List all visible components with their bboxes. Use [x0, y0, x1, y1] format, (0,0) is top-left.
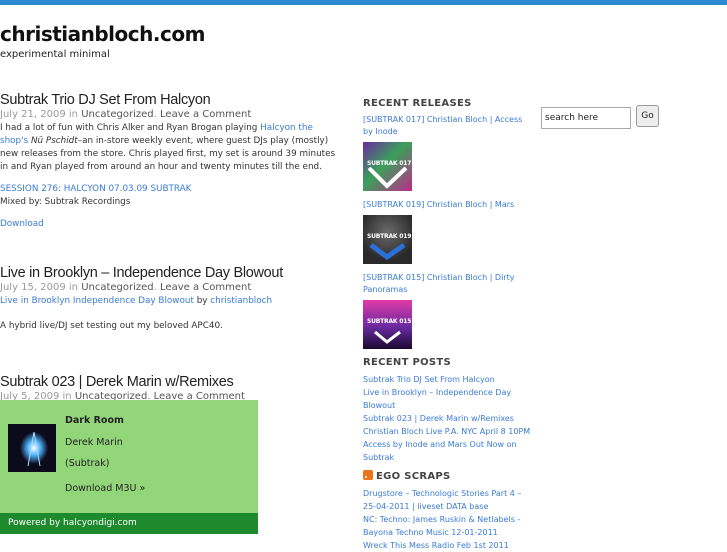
music-player-widget: Dark Room Derek Marin (Subtrak) Download… — [0, 400, 258, 534]
player-footer[interactable]: Powered by halcyondigi.com — [0, 513, 258, 534]
list-item[interactable]: NC: Techno: James Ruskin & Netlabels - B… — [363, 513, 533, 539]
recent-post-link[interactable]: Live in Brooklyn – Independence Day Blow… — [363, 388, 511, 410]
post-body: I had a lot of fun with Chris Alker and … — [0, 122, 340, 231]
recent-post-link[interactable]: Subtrak Trio DJ Set From Halcyon — [363, 375, 495, 384]
post-meta: July 21, 2009 in Uncategorized. Leave a … — [0, 109, 252, 120]
release-link[interactable]: [SUBTRAK 019] Christian Bloch | Mars — [363, 199, 533, 211]
recent-posts-list: Subtrak Trio DJ Set From Halcyon Live in… — [363, 373, 533, 464]
recent-posts-heading: RECENT POSTS — [363, 357, 452, 368]
release-cover[interactable]: SUBTRAK 015 — [363, 300, 412, 349]
site-description: experimental minimal — [0, 49, 110, 60]
sidebar: RECENT RELEASES [SUBTRAK 017] Christian … — [363, 98, 533, 552]
post-meta: July 15, 2009 in Uncategorized. Leave a … — [0, 282, 252, 293]
go-button[interactable]: Go — [636, 105, 659, 127]
recent-releases-heading: RECENT RELEASES — [363, 98, 472, 109]
album-art-graphic — [20, 431, 48, 467]
comment-link[interactable]: Leave a Comment — [160, 282, 251, 293]
site-title[interactable]: christianbloch.com — [0, 22, 205, 46]
post-title[interactable]: Live in Brooklyn – Independence Day Blow… — [0, 265, 340, 281]
recent-post-link[interactable]: Subtrak 023 | Derek Marin w/Remixes — [363, 414, 514, 423]
post-date: July 21, 2009 in — [0, 109, 78, 120]
post-text: A hybrid live/DJ set testing out my belo… — [0, 321, 223, 331]
recent-post-link[interactable]: Access by Inode and Mars Out Now on Subt… — [363, 440, 517, 462]
list-item[interactable]: Subtrak Trio DJ Set From Halcyon — [363, 373, 533, 386]
release-link[interactable]: [SUBTRAK 017] Christian Bloch | Access b… — [363, 114, 533, 138]
post: Subtrak 023 | Derek Marin w/Remixes July… — [0, 374, 340, 402]
cover-text: SUBTRAK 017 — [367, 160, 412, 167]
track-link[interactable]: Live in Brooklyn Independence Day Blowou… — [0, 296, 194, 306]
scraps-list: Drugstore – Technologic Stories Part 4 –… — [363, 487, 533, 552]
track-title: Dark Room — [65, 415, 124, 426]
cover-text: SUBTRAK 015 — [367, 318, 412, 325]
post: Subtrak Trio DJ Set From Halcyon July 21… — [0, 92, 340, 240]
author-link[interactable]: christianbloch — [210, 296, 272, 306]
search-form: Go — [541, 105, 659, 129]
list-item[interactable]: Wreck This Mess Radio Feb 1st 2011 — [363, 539, 533, 552]
rss-icon[interactable] — [363, 470, 373, 480]
download-link[interactable]: Download — [0, 219, 44, 229]
ego-scraps-heading: EGO SCRAPS — [363, 470, 533, 482]
release-cover[interactable]: SUBTRAK 019 — [363, 215, 412, 264]
comment-link[interactable]: Leave a Comment — [160, 109, 251, 120]
album-art — [8, 424, 56, 472]
list-item[interactable]: Subtrak 023 | Derek Marin w/Remixes — [363, 412, 533, 425]
scrap-link[interactable]: Wreck This Mess Radio Feb 1st 2011 — [363, 541, 509, 550]
search-input[interactable] — [541, 107, 631, 129]
scrap-link[interactable]: NC: Techno: James Ruskin & Netlabels - B… — [363, 515, 520, 537]
post-text: I had a lot of fun with Chris Alker and … — [0, 123, 258, 133]
post: Live in Brooklyn – Independence Day Blow… — [0, 265, 340, 342]
list-item[interactable]: Access by Inode and Mars Out Now on Subt… — [363, 438, 533, 464]
scrap-link[interactable]: Drugstore – Technologic Stories Part 4 –… — [363, 489, 521, 511]
cover-text: SUBTRAK 019 — [367, 233, 412, 240]
ego-scraps-label: EGO SCRAPS — [376, 471, 451, 482]
category-link[interactable]: Uncategorized — [81, 282, 153, 293]
category-link[interactable]: Uncategorized — [81, 109, 153, 120]
mixed-by: Mixed by: Subtrak Recordings — [0, 197, 131, 207]
post-title[interactable]: Subtrak 023 | Derek Marin w/Remixes — [0, 374, 340, 390]
list-item[interactable]: Drugstore – Technologic Stories Part 4 –… — [363, 487, 533, 513]
top-accent-bar — [0, 0, 727, 5]
post-title[interactable]: Subtrak Trio DJ Set From Halcyon — [0, 92, 340, 108]
session-link[interactable]: SESSION 276: HALCYON 07.03.09 SUBTRAK — [0, 184, 191, 194]
download-m3u-link[interactable]: Download M3U » — [65, 483, 145, 494]
track-label: (Subtrak) — [65, 458, 110, 469]
post-body: Live in Brooklyn Independence Day Blowou… — [0, 295, 340, 333]
release-cover[interactable]: SUBTRAK 017 — [363, 142, 412, 191]
list-item[interactable]: Live in Brooklyn – Independence Day Blow… — [363, 386, 533, 412]
release-link[interactable]: [SUBTRAK 015] Christian Bloch | Dirty Pa… — [363, 272, 533, 296]
recent-post-link[interactable]: Christian Bloch Live P.A. NYC April 8 10… — [363, 427, 530, 436]
event-name: Nü Pschidt — [30, 136, 78, 146]
list-item[interactable]: Christian Bloch Live P.A. NYC April 8 10… — [363, 425, 533, 438]
post-date: July 15, 2009 in — [0, 282, 78, 293]
track-artist: Derek Marin — [65, 437, 123, 448]
by-text: by — [196, 296, 208, 306]
